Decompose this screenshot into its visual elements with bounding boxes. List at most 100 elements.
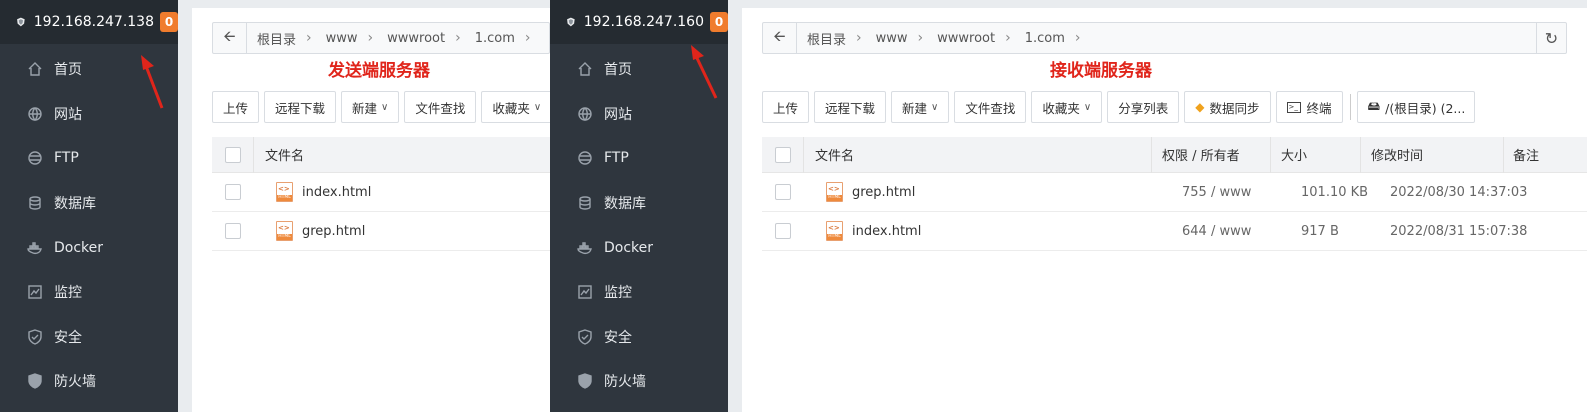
share-list-button[interactable]: 分享列表 bbox=[1107, 91, 1180, 123]
breadcrumb-item[interactable]: 1.com › bbox=[465, 23, 535, 53]
sidebar-item-ftp[interactable]: FTP bbox=[550, 136, 728, 181]
data-sync-button[interactable]: ◆ 数据同步 bbox=[1184, 91, 1271, 123]
annotation-label: 发送端服务器 bbox=[328, 61, 430, 81]
breadcrumb: 🡨 根目录 › www › wwwroot › 1.com › ↻ bbox=[762, 22, 1567, 54]
notification-badge[interactable]: 0 bbox=[710, 12, 728, 32]
annotation-label: 接收端服务器 bbox=[1050, 61, 1152, 81]
toolbar: 上传 远程下载 新建 ∨ 文件查找 收藏夹 ∨ 分享列表 ◆ 数据同步 >_ 终端 🖴 /… bbox=[762, 91, 1480, 123]
table-row[interactable]: <> HTML index.html bbox=[212, 173, 550, 212]
file-name[interactable]: grep.html bbox=[852, 185, 915, 200]
favorites-button[interactable]: 收藏夹 ∨ bbox=[481, 91, 553, 123]
file-search-button[interactable]: 文件查找 bbox=[404, 91, 477, 123]
file-name[interactable]: index.html bbox=[852, 224, 921, 239]
breadcrumb-item[interactable]: wwwroot › bbox=[377, 23, 465, 53]
breadcrumb-item[interactable]: 根目录 › bbox=[247, 23, 316, 53]
back-arrow-icon[interactable]: 🡨 bbox=[213, 23, 247, 53]
sidebar-item-docker[interactable]: Docker bbox=[550, 225, 728, 270]
file-table: 文件名 <> HTML index.html <> HTML grep.html bbox=[212, 136, 550, 251]
breadcrumb-item[interactable]: wwwroot › bbox=[927, 23, 1015, 53]
sidebar-item-label: FTP bbox=[604, 150, 629, 167]
row-checkbox[interactable] bbox=[225, 184, 241, 200]
sidebar-item-label: 监控 bbox=[54, 285, 82, 302]
right-content: 🡨 根目录 › www › wwwroot › 1.com › ↻ 接收端服务器 上传 … bbox=[728, 0, 1587, 412]
sidebar-item-label: 数据库 bbox=[604, 196, 646, 213]
file-name[interactable]: grep.html bbox=[302, 224, 365, 239]
file-table: 文件名 权限 / 所有者 大小 修改时间 备注 <> HTML grep.html … bbox=[762, 136, 1587, 251]
column-size[interactable]: 大小 bbox=[1271, 145, 1360, 164]
monitor-icon bbox=[576, 283, 594, 301]
sidebar-item-label: 网站 bbox=[604, 106, 632, 123]
right-server-header: 192.168.247.160 0 bbox=[550, 0, 728, 44]
table-row[interactable]: <> HTML grep.html 755 / www 101.10 KB 2022… bbox=[762, 173, 1587, 212]
row-checkbox[interactable] bbox=[775, 223, 791, 239]
globe-icon bbox=[26, 105, 44, 123]
file-mtime: 2022/08/30 14:37:03 bbox=[1390, 184, 1528, 200]
html-file-icon: <> HTML bbox=[276, 182, 293, 202]
select-all-checkbox[interactable] bbox=[225, 146, 241, 163]
sidebar-item-label: 首页 bbox=[54, 62, 82, 79]
select-all-checkbox[interactable] bbox=[775, 146, 791, 163]
database-icon bbox=[26, 194, 44, 212]
breadcrumb-item[interactable]: 根目录 › bbox=[797, 23, 866, 53]
left-file-manager: 🡨 根目录 › www › wwwroot › 1.com › 发送端服务器 上传 远程… bbox=[192, 8, 553, 412]
column-mtime[interactable]: 修改时间 bbox=[1361, 145, 1503, 164]
column-filename[interactable]: 文件名 bbox=[265, 145, 304, 164]
notification-badge[interactable]: 0 bbox=[160, 12, 178, 32]
file-permission[interactable]: 644 / www bbox=[1182, 224, 1301, 239]
breadcrumb-item[interactable]: www › bbox=[866, 23, 928, 53]
terminal-button[interactable]: >_ 终端 bbox=[1275, 91, 1343, 123]
firewall-icon bbox=[26, 372, 44, 390]
upload-button[interactable]: 上传 bbox=[762, 91, 810, 123]
back-arrow-icon[interactable]: 🡨 bbox=[763, 23, 797, 53]
file-search-button[interactable]: 文件查找 bbox=[954, 91, 1027, 123]
table-header: 文件名 权限 / 所有者 大小 修改时间 备注 bbox=[762, 136, 1587, 173]
upload-button[interactable]: 上传 bbox=[212, 91, 260, 123]
sidebar-item-monitor[interactable]: 监控 bbox=[550, 270, 728, 315]
diamond-icon: ◆ bbox=[1195, 100, 1205, 114]
sidebar-item-label: FTP bbox=[54, 150, 79, 167]
table-row[interactable]: <> HTML grep.html bbox=[212, 212, 550, 251]
sidebar-item-firewall[interactable]: 防火墙 bbox=[550, 359, 728, 404]
column-filename[interactable]: 文件名 bbox=[804, 145, 1151, 164]
toolbar: 上传 远程下载 新建 ∨ 文件查找 收藏夹 ∨ bbox=[212, 91, 557, 123]
row-checkbox[interactable] bbox=[775, 184, 791, 200]
disk-path-button[interactable]: 🖴/(根目录) (2... bbox=[1356, 91, 1475, 123]
column-permission[interactable]: 权限 / 所有者 bbox=[1152, 145, 1270, 164]
sidebar-item-label: 首页 bbox=[604, 62, 632, 79]
sidebar-item-database[interactable]: 数据库 bbox=[550, 181, 728, 226]
sidebar-item-database[interactable]: 数据库 bbox=[0, 181, 178, 226]
new-button[interactable]: 新建 ∨ bbox=[341, 91, 400, 123]
remote-download-button[interactable]: 远程下载 bbox=[814, 91, 887, 123]
file-permission[interactable]: 755 / www bbox=[1182, 185, 1301, 200]
sidebar-item-label: 网站 bbox=[54, 106, 82, 123]
breadcrumb-item[interactable]: 1.com › bbox=[1015, 23, 1085, 53]
sidebar-item-ftp[interactable]: FTP bbox=[0, 136, 178, 181]
sidebar-item-security[interactable]: 安全 bbox=[550, 315, 728, 360]
sidebar-item-security[interactable]: 安全 bbox=[0, 315, 178, 360]
ftp-icon bbox=[26, 149, 44, 167]
server-ip: 192.168.247.160 bbox=[583, 14, 704, 30]
row-checkbox[interactable] bbox=[225, 223, 241, 239]
breadcrumb-item[interactable]: www › bbox=[316, 23, 378, 53]
refresh-icon[interactable]: ↻ bbox=[1536, 23, 1566, 53]
sidebar-item-label: Docker bbox=[604, 239, 654, 256]
new-button[interactable]: 新建 ∨ bbox=[891, 91, 950, 123]
column-note[interactable]: 备注 bbox=[1504, 145, 1554, 164]
file-size: 101.10 KB bbox=[1301, 184, 1369, 200]
shield-icon bbox=[576, 328, 594, 346]
sidebar-item-docker[interactable]: Docker bbox=[0, 225, 178, 270]
sidebar-item-firewall[interactable]: 防火墙 bbox=[0, 359, 178, 404]
file-name[interactable]: index.html bbox=[302, 185, 371, 200]
sidebar-item-label: 安全 bbox=[54, 329, 82, 346]
remote-download-button[interactable]: 远程下载 bbox=[264, 91, 337, 123]
sidebar-item-label: 防火墙 bbox=[604, 374, 646, 391]
monitor-icon bbox=[26, 283, 44, 301]
sidebar-item-label: 安全 bbox=[604, 329, 632, 346]
sidebar-item-monitor[interactable]: 监控 bbox=[0, 270, 178, 315]
left-server-header: 192.168.247.138 0 bbox=[0, 0, 178, 44]
favorites-button[interactable]: 收藏夹 ∨ bbox=[1031, 91, 1103, 123]
html-file-icon: <> HTML bbox=[276, 221, 293, 241]
right-file-manager: 🡨 根目录 › www › wwwroot › 1.com › ↻ 接收端服务器 上传 … bbox=[742, 8, 1587, 412]
table-row[interactable]: <> HTML index.html 644 / www 917 B 2022/08… bbox=[762, 212, 1587, 251]
server-logo-icon bbox=[17, 17, 25, 27]
